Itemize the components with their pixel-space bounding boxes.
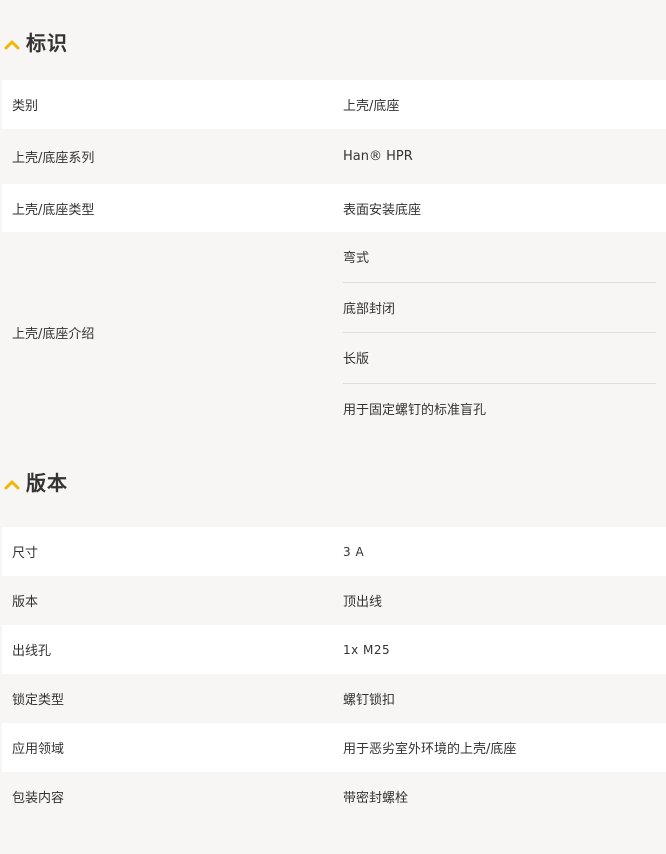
row-value: 上壳/底座 <box>332 80 666 129</box>
table-row: 应用领域 用于恶劣室外环境的上壳/底座 <box>2 723 666 772</box>
table-row: 版本 顶出线 <box>2 576 666 625</box>
row-label: 锁定类型 <box>2 674 332 723</box>
row-value-text: Han® HPR <box>343 149 413 164</box>
row-label: 版本 <box>2 576 332 625</box>
row-value: 3 A <box>332 527 666 576</box>
section-title: 版本 <box>26 470 68 495</box>
table-row: 尺寸 3 A <box>2 527 666 576</box>
row-label: 尺寸 <box>2 527 332 576</box>
section-header-version[interactable]: 版本 <box>0 433 666 527</box>
row-label: 上壳/底座介绍 <box>2 232 332 433</box>
spec-table-version: 尺寸 3 A 版本 顶出线 出线孔 1x M25 锁定类型 螺钉锁扣 应用领域 … <box>2 527 666 821</box>
row-value: 1x M25 <box>332 625 666 674</box>
section-title: 标识 <box>26 30 68 55</box>
row-label: 上壳/底座类型 <box>2 184 332 232</box>
row-value: 螺钉锁扣 <box>332 674 666 723</box>
spec-table-identification: 类别 上壳/底座 上壳/底座系列 Han® HPR 上壳/底座类型 表面安装底座… <box>2 80 666 433</box>
list-item: 长版 <box>343 333 656 384</box>
row-label: 应用领域 <box>2 723 332 772</box>
table-row: 包装内容 带密封螺栓 <box>2 772 666 821</box>
row-value: Han® HPR <box>332 129 666 184</box>
row-value: 表面安装底座 <box>332 184 666 232</box>
table-row: 出线孔 1x M25 <box>2 625 666 674</box>
row-label: 包装内容 <box>2 772 332 821</box>
table-row: 上壳/底座类型 表面安装底座 <box>2 184 666 232</box>
row-label: 出线孔 <box>2 625 332 674</box>
row-label: 类别 <box>2 80 332 129</box>
row-value: 用于恶劣室外环境的上壳/底座 <box>332 723 666 772</box>
chevron-up-icon[interactable] <box>4 475 20 490</box>
chevron-up-icon[interactable] <box>4 35 20 50</box>
table-row: 类别 上壳/底座 <box>2 80 666 129</box>
list-item: 弯式 <box>343 232 656 283</box>
table-row: 上壳/底座系列 Han® HPR <box>2 129 666 184</box>
row-value: 带密封螺栓 <box>332 772 666 821</box>
row-value-list: 弯式 底部封闭 长版 用于固定螺钉的标准盲孔 <box>332 232 666 433</box>
list-item: 底部封闭 <box>343 283 656 333</box>
row-value: 顶出线 <box>332 576 666 625</box>
list-item: 用于固定螺钉的标准盲孔 <box>343 402 487 418</box>
table-row: 锁定类型 螺钉锁扣 <box>2 674 666 723</box>
table-row: 上壳/底座介绍 弯式 底部封闭 长版 用于固定螺钉的标准盲孔 <box>2 232 666 433</box>
row-label: 上壳/底座系列 <box>2 129 332 184</box>
section-header-identification[interactable]: 标识 <box>0 0 666 80</box>
